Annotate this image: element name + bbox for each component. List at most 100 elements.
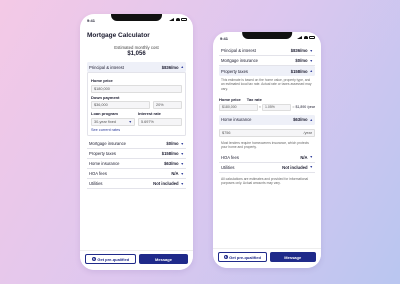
loan-program-value: 30-year fixed (94, 119, 116, 124)
row-value: $158/mo (161, 151, 179, 156)
tax-rate-label: Tax rate (246, 97, 262, 103)
wifi-icon (175, 18, 180, 21)
footer-actions: $ Get pre-qualified Message (213, 248, 321, 268)
row-label: Home insurance (89, 161, 120, 166)
row-value: $836/mo (290, 48, 308, 53)
estimate-label: Estimated monthly cost (114, 45, 159, 50)
chevron-up-icon: ▲ (309, 117, 313, 122)
get-prequalified-button[interactable]: $ Get pre-qualified (218, 252, 267, 262)
row-label: Property taxes (221, 68, 248, 74)
chevron-up-icon: ▲ (180, 65, 184, 69)
home-price-input[interactable]: $180,000 (91, 84, 182, 93)
dollar-icon: $ (223, 255, 228, 259)
row-label: HOA fees (221, 154, 239, 160)
phone-screen-details: 9:41 Principal & interest $836/mo ▼ Mortgag… (213, 32, 321, 268)
signal-icon (297, 36, 302, 39)
down-payment-label: Down payment (91, 94, 120, 100)
principal-interest-row[interactable]: Principal & interest $836/mo ▲ (87, 62, 186, 72)
loan-program-label: Loan program (91, 111, 118, 116)
cost-row[interactable]: HOA fees N/A ▼ (219, 153, 315, 163)
chevron-down-icon: ▼ (180, 181, 184, 186)
row-value: $0/mo (166, 141, 179, 146)
home-price-input[interactable]: $180,000 (219, 103, 258, 111)
button-label: Message (155, 256, 172, 262)
tax-note: This estimate is based on the home value… (221, 78, 312, 91)
loan-program-select[interactable]: 30-year fixed ▼ (91, 117, 135, 126)
cost-row[interactable]: Mortgage insurance $0/mo ▼ (219, 56, 315, 66)
tax-rate-input[interactable]: 1.05% (261, 103, 292, 111)
home-price-value: $180,000 (222, 105, 237, 110)
times-symbol: × (258, 105, 261, 110)
dollar-icon: $ (91, 257, 96, 261)
row-value: N/A (300, 154, 308, 160)
insurance-amount: $756 (222, 130, 231, 135)
row-label: Principal & interest (89, 64, 124, 70)
insurance-amount-input[interactable]: $756 /year (219, 128, 315, 137)
status-bar: 9:41 (213, 32, 321, 44)
interest-rate-label: Interest rate (138, 111, 161, 116)
equals-symbol: = (292, 105, 295, 110)
cost-row[interactable]: Mortgage insurance $0/mo ▼ (87, 139, 186, 149)
button-label: Get pre-qualified (229, 254, 261, 260)
page-title: Mortgage Calculator (87, 32, 150, 39)
principal-panel: Home price $180,000 Down payment $36,000… (87, 72, 186, 136)
battery-icon (309, 36, 315, 39)
battery-icon (181, 18, 187, 21)
row-value: $63/mo (164, 161, 179, 166)
cost-row[interactable]: Utilities Not included ▼ (87, 179, 186, 189)
property-taxes-row[interactable]: Property taxes $158/mo ▲ (219, 66, 315, 76)
insurance-unit: /year (303, 130, 312, 135)
row-label: Property taxes (89, 151, 116, 156)
chevron-down-icon: ▼ (309, 165, 313, 170)
status-bar: 9:41 (80, 14, 193, 26)
home-insurance-row[interactable]: Home insurance $63/mo ▲ (219, 114, 315, 125)
row-value: $0/mo (295, 58, 308, 63)
row-value: $158/mo (290, 68, 308, 74)
disclaimer: All calculations are estimates and provi… (221, 176, 309, 186)
chevron-down-icon: ▼ (309, 48, 313, 53)
cost-row[interactable]: HOA fees N/A ▼ (87, 169, 186, 179)
cost-row[interactable]: Home insurance $63/mo ▼ (87, 159, 186, 169)
cost-row[interactable]: Utilities Not included ▼ (219, 163, 315, 173)
chevron-down-icon: ▼ (180, 151, 184, 156)
chevron-down-icon: ▼ (180, 141, 184, 146)
tax-rate-value: 1.05% (264, 105, 275, 110)
home-price-value: $180,000 (94, 86, 110, 91)
row-value: Not included (153, 181, 179, 186)
row-label: Utilities (221, 164, 235, 170)
phone-screen-calculator: 9:41 Mortgage Calculator Estimated month… (80, 14, 193, 270)
get-prequalified-button[interactable]: $ Get pre-qualified (85, 254, 136, 264)
down-payment-input[interactable]: $36,000 (91, 101, 150, 109)
home-price-label: Home price (91, 78, 113, 83)
chevron-up-icon: ▲ (309, 69, 313, 73)
row-value: N/A (171, 171, 179, 176)
chevron-down-icon: ▼ (309, 155, 313, 160)
chevron-down-icon: ▼ (180, 171, 184, 176)
wifi-icon (303, 36, 308, 39)
status-time: 9:41 (220, 36, 229, 41)
message-button[interactable]: Message (139, 254, 188, 264)
signal-icon (169, 18, 174, 21)
status-time: 9:41 (87, 18, 96, 23)
down-payment-percent: 20% (155, 103, 164, 107)
button-label: Get pre-qualified (97, 256, 130, 262)
footer-actions: $ Get pre-qualified Message (80, 250, 193, 270)
cost-row[interactable]: Property taxes $158/mo ▼ (87, 149, 186, 159)
home-price-label: Home price (219, 97, 241, 103)
interest-rate-value: 5.697% (141, 119, 154, 124)
down-payment-percent-input[interactable]: 20% (152, 101, 182, 109)
see-current-rates-link[interactable]: See current rates (91, 128, 182, 132)
chevron-down-icon: ▼ (180, 161, 184, 166)
row-label: Mortgage insurance (89, 141, 127, 146)
row-label: Utilities (89, 181, 103, 186)
cost-row[interactable]: Principal & interest $836/mo ▼ (219, 46, 315, 56)
row-value: Not included (282, 164, 308, 170)
message-button[interactable]: Message (269, 252, 316, 262)
interest-rate-input[interactable]: 5.697% (138, 117, 182, 126)
down-payment-value: $36,000 (94, 103, 108, 107)
chevron-down-icon: ▼ (128, 119, 132, 124)
row-value: $63/mo (293, 117, 308, 123)
insurance-note: Most lenders require homeowners insuranc… (221, 140, 309, 150)
estimate-value: $1,056 (127, 51, 146, 57)
chevron-down-icon: ▼ (309, 58, 313, 63)
